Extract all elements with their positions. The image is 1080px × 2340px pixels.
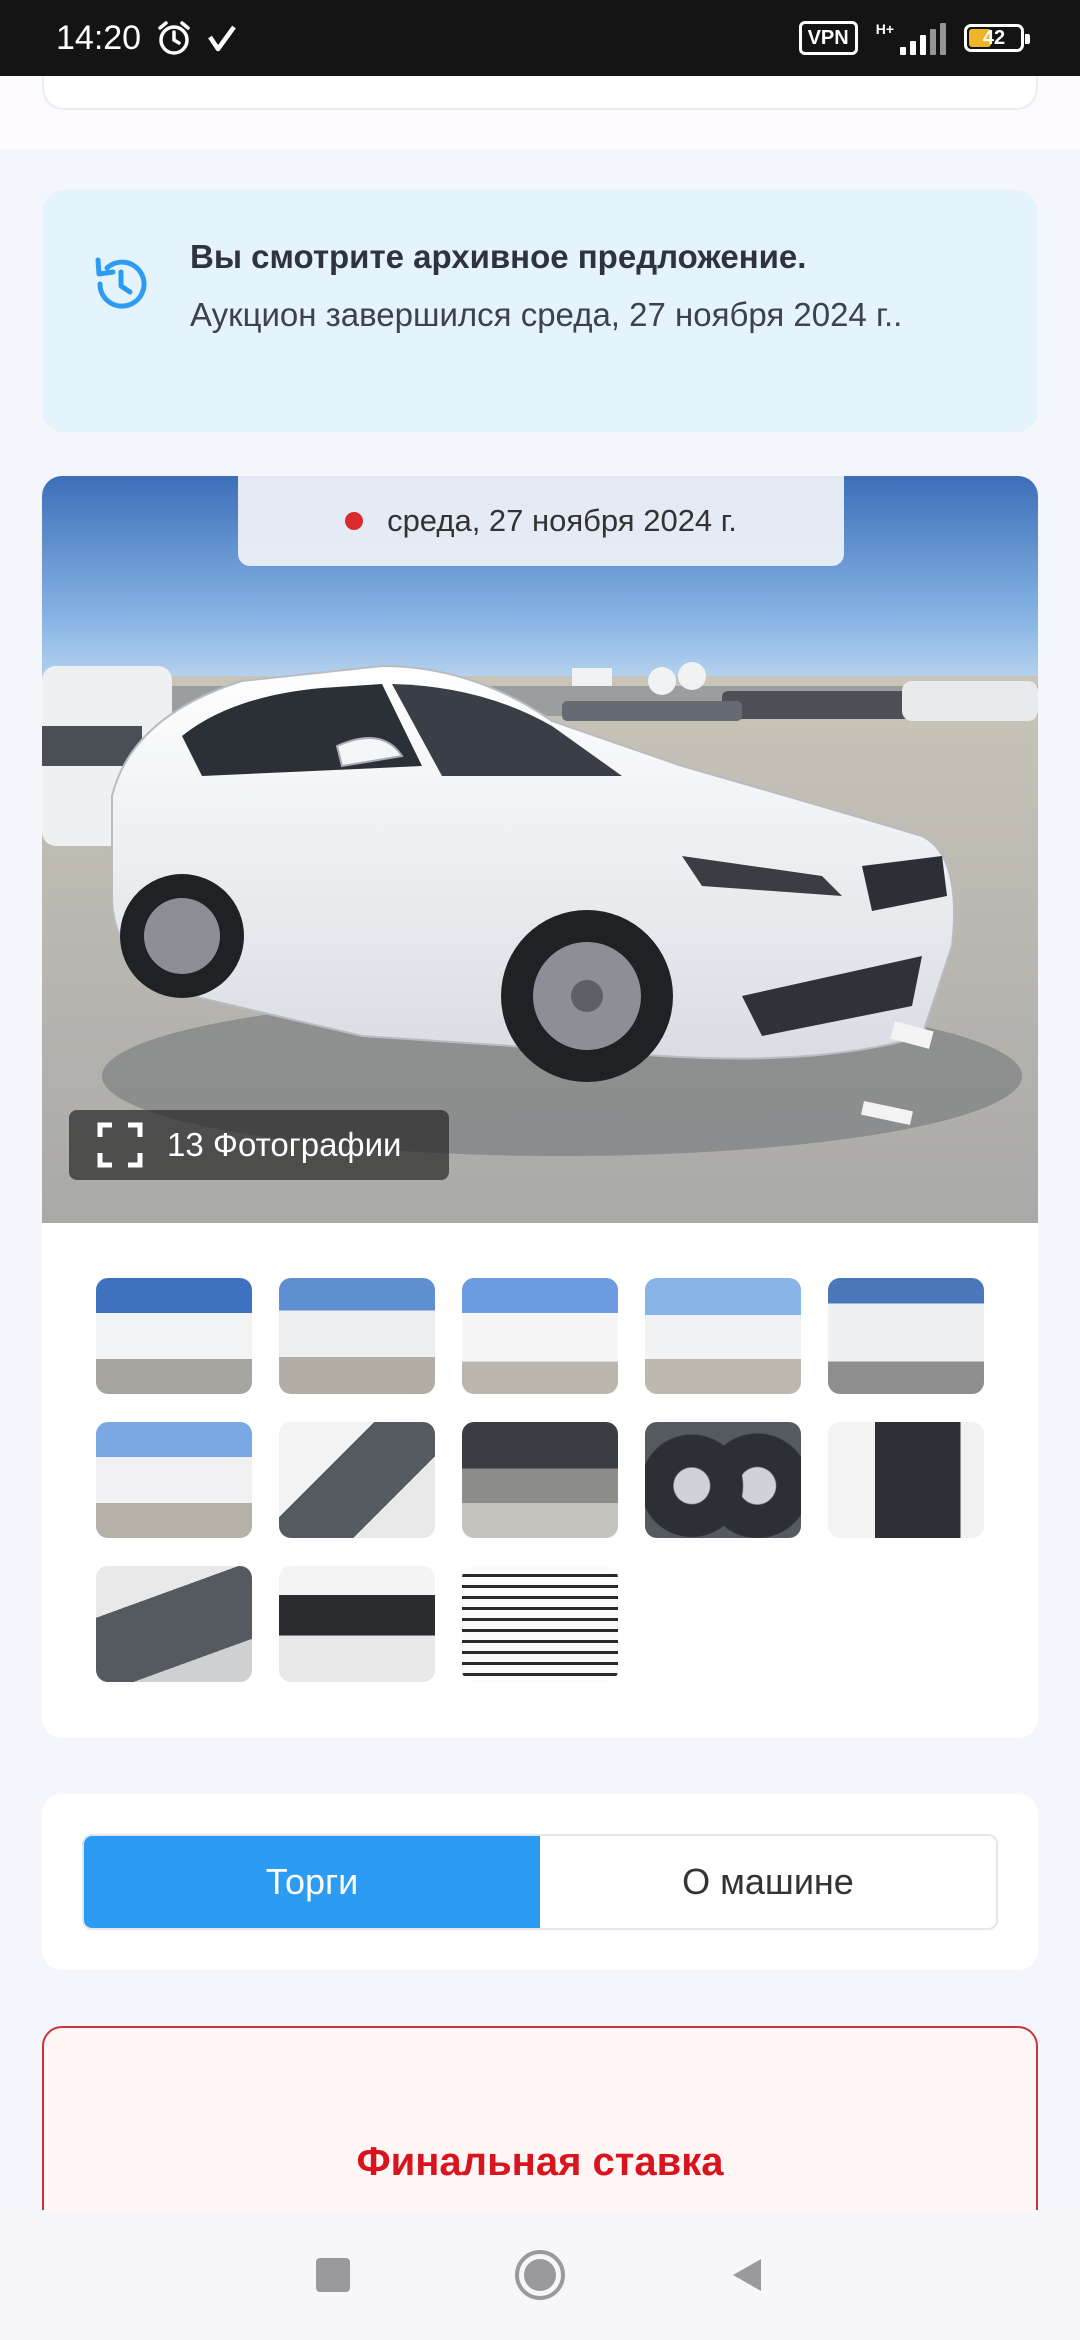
navigation-bar [0, 2210, 1080, 2340]
thumbnail[interactable] [279, 1422, 435, 1538]
auction-date: среда, 27 ноября 2024 г. [387, 503, 737, 538]
home-button[interactable] [508, 2243, 572, 2307]
notice-text: Аукцион завершился среда, 27 ноября 2024… [190, 296, 903, 333]
back-button[interactable] [715, 2243, 779, 2307]
archive-notice: Вы смотрите архивное предложение. Аукцио… [42, 190, 1038, 432]
auction-date-pill: среда, 27 ноября 2024 г. [238, 476, 844, 566]
back-icon [732, 2259, 761, 2291]
thumbnail[interactable] [462, 1278, 618, 1394]
battery-icon: 42 [964, 24, 1030, 52]
thumbnail[interactable] [279, 1278, 435, 1394]
notice-title: Вы смотрите архивное предложение. [190, 238, 807, 275]
thumbnail[interactable] [96, 1278, 252, 1394]
recent-apps-button[interactable] [301, 2243, 365, 2307]
status-right: VPN H+ 42 [798, 21, 1030, 55]
fullscreen-icon [97, 1122, 143, 1168]
tab-about-car[interactable]: О машине [540, 1836, 996, 1928]
status-dot [345, 512, 364, 530]
thumbnail[interactable] [828, 1278, 984, 1394]
status-left: 14:20 [56, 19, 237, 58]
final-bid-label: Финальная ставка [356, 2140, 724, 2184]
thumbnail[interactable] [462, 1422, 618, 1538]
thumbnail[interactable] [96, 1422, 252, 1538]
top-strip [0, 76, 1080, 150]
alarm-icon [158, 21, 190, 55]
signal-icon: H+ [876, 21, 946, 55]
vpn-badge: VPN [798, 21, 858, 55]
status-bar: 14:20 VPN H+ 42 [0, 0, 1080, 76]
thumbnail[interactable] [279, 1566, 435, 1682]
recent-apps-icon [316, 2258, 351, 2292]
battery-level: 42 [982, 26, 1006, 49]
thumbnail[interactable] [96, 1566, 252, 1682]
network-type: H+ [875, 21, 894, 37]
photo-card: среда, 27 ноября 2024 г. 13 Фотографии [42, 476, 1038, 1738]
tab-bidding[interactable]: Торги [84, 1836, 540, 1928]
check-icon [208, 25, 236, 52]
tab-bar: Торги О машине [82, 1834, 998, 1930]
history-icon [95, 257, 147, 309]
home-icon [514, 2250, 565, 2300]
thumbnail[interactable] [645, 1422, 801, 1538]
thumbnail[interactable] [828, 1422, 984, 1538]
thumbnail[interactable] [645, 1278, 801, 1394]
photos-count-button[interactable]: 13 Фотографии [69, 1110, 449, 1180]
thumbnail[interactable] [462, 1566, 618, 1682]
photos-count-label: 13 Фотографии [167, 1126, 402, 1163]
previous-card-bottom [42, 76, 1038, 110]
status-time: 14:20 [56, 18, 142, 57]
tabs-card: Торги О машине [42, 1794, 1038, 1970]
